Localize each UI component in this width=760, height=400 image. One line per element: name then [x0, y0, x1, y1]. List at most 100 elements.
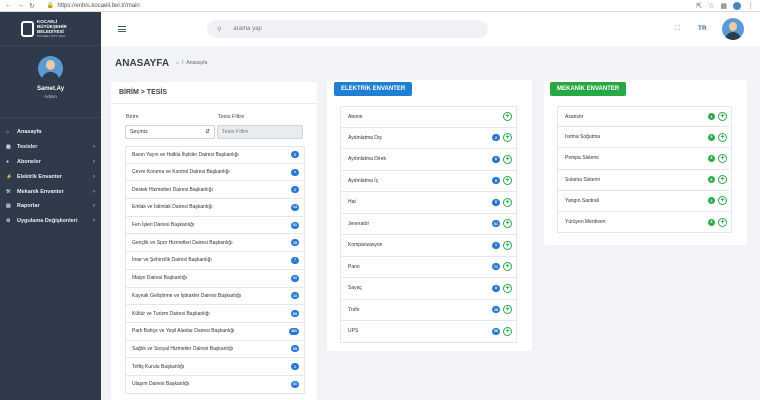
- sidebar-item-label: Anasayfa: [17, 129, 42, 136]
- list-item[interactable]: Aydınlatma Direk 6 +: [340, 149, 517, 171]
- list-item[interactable]: İtfaiye Dairesi Başkanlığı 41: [125, 269, 305, 288]
- share-icon[interactable]: ⇱: [696, 2, 702, 10]
- list-item[interactable]: Basın Yayın ve Halkla İlişkiler Dairesi …: [125, 146, 305, 164]
- sidebar-item-aboneler[interactable]: ● Aboneler ›: [0, 155, 101, 170]
- list-item[interactable]: Pompa Sistemi 8 +: [557, 148, 732, 170]
- select-value: Seçiniz: [130, 129, 148, 135]
- add-icon[interactable]: +: [503, 197, 512, 207]
- count-badge: 8: [492, 198, 500, 206]
- list-item[interactable]: Pano 71 +: [340, 256, 517, 278]
- list-item-label: Jeneratör: [348, 220, 370, 227]
- list-item[interactable]: Gençlik ve Spor Hizmetleri Dairesi Başka…: [125, 234, 305, 253]
- sidebar-item-mekanik-envanter[interactable]: ⚒ Mekanik Envanter ›: [0, 184, 101, 199]
- add-icon[interactable]: +: [718, 175, 727, 185]
- list-item[interactable]: Abone +: [340, 106, 517, 128]
- forward-icon[interactable]: →: [17, 2, 24, 10]
- sidebar-item-elektrik-envanter[interactable]: ⚡ Elektrik Envanter ›: [0, 169, 101, 184]
- chevron-right-icon: ›: [93, 203, 95, 210]
- user-avatar[interactable]: [722, 18, 744, 40]
- add-icon[interactable]: +: [718, 196, 727, 206]
- avatar[interactable]: [38, 56, 63, 81]
- add-icon[interactable]: +: [503, 154, 512, 164]
- count-badge: 1: [492, 241, 500, 249]
- address-bar[interactable]: 🔒 https://enbis.kocaeli.bel.tr/main: [47, 2, 140, 10]
- list-item[interactable]: Kültür ve Turizm Dairesi Başkanlığı 69: [125, 305, 305, 323]
- browser-actions: ⇱ ☆ ▦ ⋮: [696, 1, 754, 10]
- list-item[interactable]: Yangın Santrali 2 +: [557, 190, 732, 212]
- card-title: MEKANİK ENVANTER: [550, 82, 627, 96]
- list-item[interactable]: Trafo 28 +: [340, 299, 517, 321]
- user-role: Admin: [44, 94, 57, 99]
- sidebar-item-raporlar[interactable]: ▤ Raporlar ›: [0, 199, 101, 214]
- select-arrows-icon: ⇵: [205, 129, 210, 135]
- profile-icon[interactable]: [733, 1, 741, 10]
- count-badge: 51: [291, 221, 299, 229]
- count-badge: 8: [708, 154, 715, 162]
- count-badge: 71: [492, 263, 500, 271]
- list-item[interactable]: Hat 8 +: [340, 192, 517, 214]
- fullscreen-icon[interactable]: ⛶: [675, 25, 680, 33]
- list-item-label: Kaynak Geliştirme ve İştirakler Dairesi …: [132, 292, 242, 299]
- list-item-label: Asansör: [565, 113, 584, 120]
- sidebar-item-tesisler[interactable]: ▦ Tesisler ›: [0, 140, 101, 155]
- list-item[interactable]: Çevre Koruma ve Kontrol Dairesi Başkanlı…: [125, 163, 305, 182]
- star-icon[interactable]: ☆: [708, 2, 714, 10]
- list-item[interactable]: Kaynak Geliştirme ve İştirakler Dairesi …: [125, 287, 305, 306]
- count-badge: 69: [291, 310, 299, 318]
- list-item[interactable]: Ulaşım Dairesi Başkanlığı 31: [125, 375, 305, 394]
- add-icon[interactable]: +: [503, 133, 512, 143]
- breadcrumb-item[interactable]: Anasayfa: [186, 60, 207, 66]
- add-icon[interactable]: +: [503, 176, 512, 186]
- sidebar-item-uygulama-degiskenleri[interactable]: ⚙ Uygulama Değişkenleri ›: [0, 214, 101, 229]
- list-item[interactable]: Fen İşleri Dairesi Başkanlığı 51: [125, 216, 305, 235]
- list-item[interactable]: Emlak ve İstimlak Dairesi Başkanlığı 14: [125, 199, 305, 217]
- back-icon[interactable]: ←: [5, 2, 12, 10]
- list-item[interactable]: Sulama Sistemi 8 +: [557, 169, 732, 191]
- sidebar-item-anasayfa[interactable]: ⌂ Anasayfa: [0, 125, 101, 140]
- list-item[interactable]: Aydınlatma Dış 2 +: [340, 127, 517, 149]
- home-icon[interactable]: ⌂: [176, 60, 179, 66]
- count-badge: 58: [492, 327, 500, 335]
- list-item[interactable]: Isıtma Soğutma 5 +: [557, 127, 732, 149]
- logo[interactable]: KOCAELİ BÜYÜKŞEHİR BELEDİYESİ KOCAELI CI…: [0, 12, 101, 46]
- reload-icon[interactable]: ↻: [29, 2, 35, 10]
- building-icon: ▦: [6, 144, 11, 151]
- count-badge: 8: [708, 176, 715, 184]
- list-item[interactable]: Asansör 1 +: [557, 106, 732, 128]
- add-icon[interactable]: +: [718, 153, 727, 163]
- birim-select[interactable]: Seçiniz ⇵: [125, 125, 215, 139]
- list-item-label: Basın Yayın ve Halkla İlişkiler Dairesi …: [132, 151, 239, 158]
- list-item[interactable]: Park Bahçe ve Yeşil Alanlar Dairesi Başk…: [125, 322, 305, 341]
- add-icon[interactable]: +: [718, 132, 727, 142]
- sidebar-item-label: Mekanik Envanter: [17, 188, 64, 195]
- add-icon[interactable]: +: [718, 112, 727, 122]
- list-item[interactable]: Aydınlatma İç 8 +: [340, 170, 517, 192]
- add-icon[interactable]: +: [503, 240, 512, 250]
- add-icon[interactable]: +: [503, 112, 512, 122]
- breadcrumb: ⌂ / Anasayfa: [176, 60, 207, 66]
- add-icon[interactable]: +: [503, 305, 512, 315]
- list-item[interactable]: Kompanzasyon 1 +: [340, 235, 517, 257]
- add-icon[interactable]: +: [503, 219, 512, 229]
- add-icon[interactable]: +: [503, 283, 512, 293]
- list-item-label: Fen İşleri Dairesi Başkanlığı: [132, 222, 195, 229]
- list-item[interactable]: İmar ve Şehircilik Dairesi Başkanlığı 7: [125, 252, 305, 270]
- list-item[interactable]: Teftiş Kurulu Başkanlığı 1: [125, 358, 305, 376]
- list-item[interactable]: UPS 58 +: [340, 321, 517, 343]
- extensions-icon[interactable]: ▦: [720, 2, 727, 10]
- tesis-filter-input[interactable]: Tesis Filtre: [217, 125, 303, 139]
- menu-toggle-icon[interactable]: [118, 26, 126, 32]
- list-item[interactable]: Sayaç 8 +: [340, 278, 517, 300]
- add-icon[interactable]: +: [503, 326, 512, 336]
- search-input[interactable]: [233, 26, 434, 32]
- list-item[interactable]: Jeneratör 61 +: [340, 213, 517, 235]
- more-icon[interactable]: ⋮: [747, 2, 754, 10]
- search-bar[interactable]: ⚲: [207, 20, 488, 38]
- language-selector[interactable]: TR: [698, 25, 707, 32]
- list-item[interactable]: Destek Hizmetleri Dairesi Başkanlığı 2: [125, 181, 305, 200]
- list-item[interactable]: Yürüyen Merdiven 8 +: [557, 211, 732, 234]
- add-icon[interactable]: +: [718, 217, 727, 227]
- breadcrumb-separator: /: [182, 60, 184, 66]
- add-icon[interactable]: +: [503, 262, 512, 272]
- list-item[interactable]: Sağlık ve Sosyal Hizmetler Dairesi Başka…: [125, 340, 305, 359]
